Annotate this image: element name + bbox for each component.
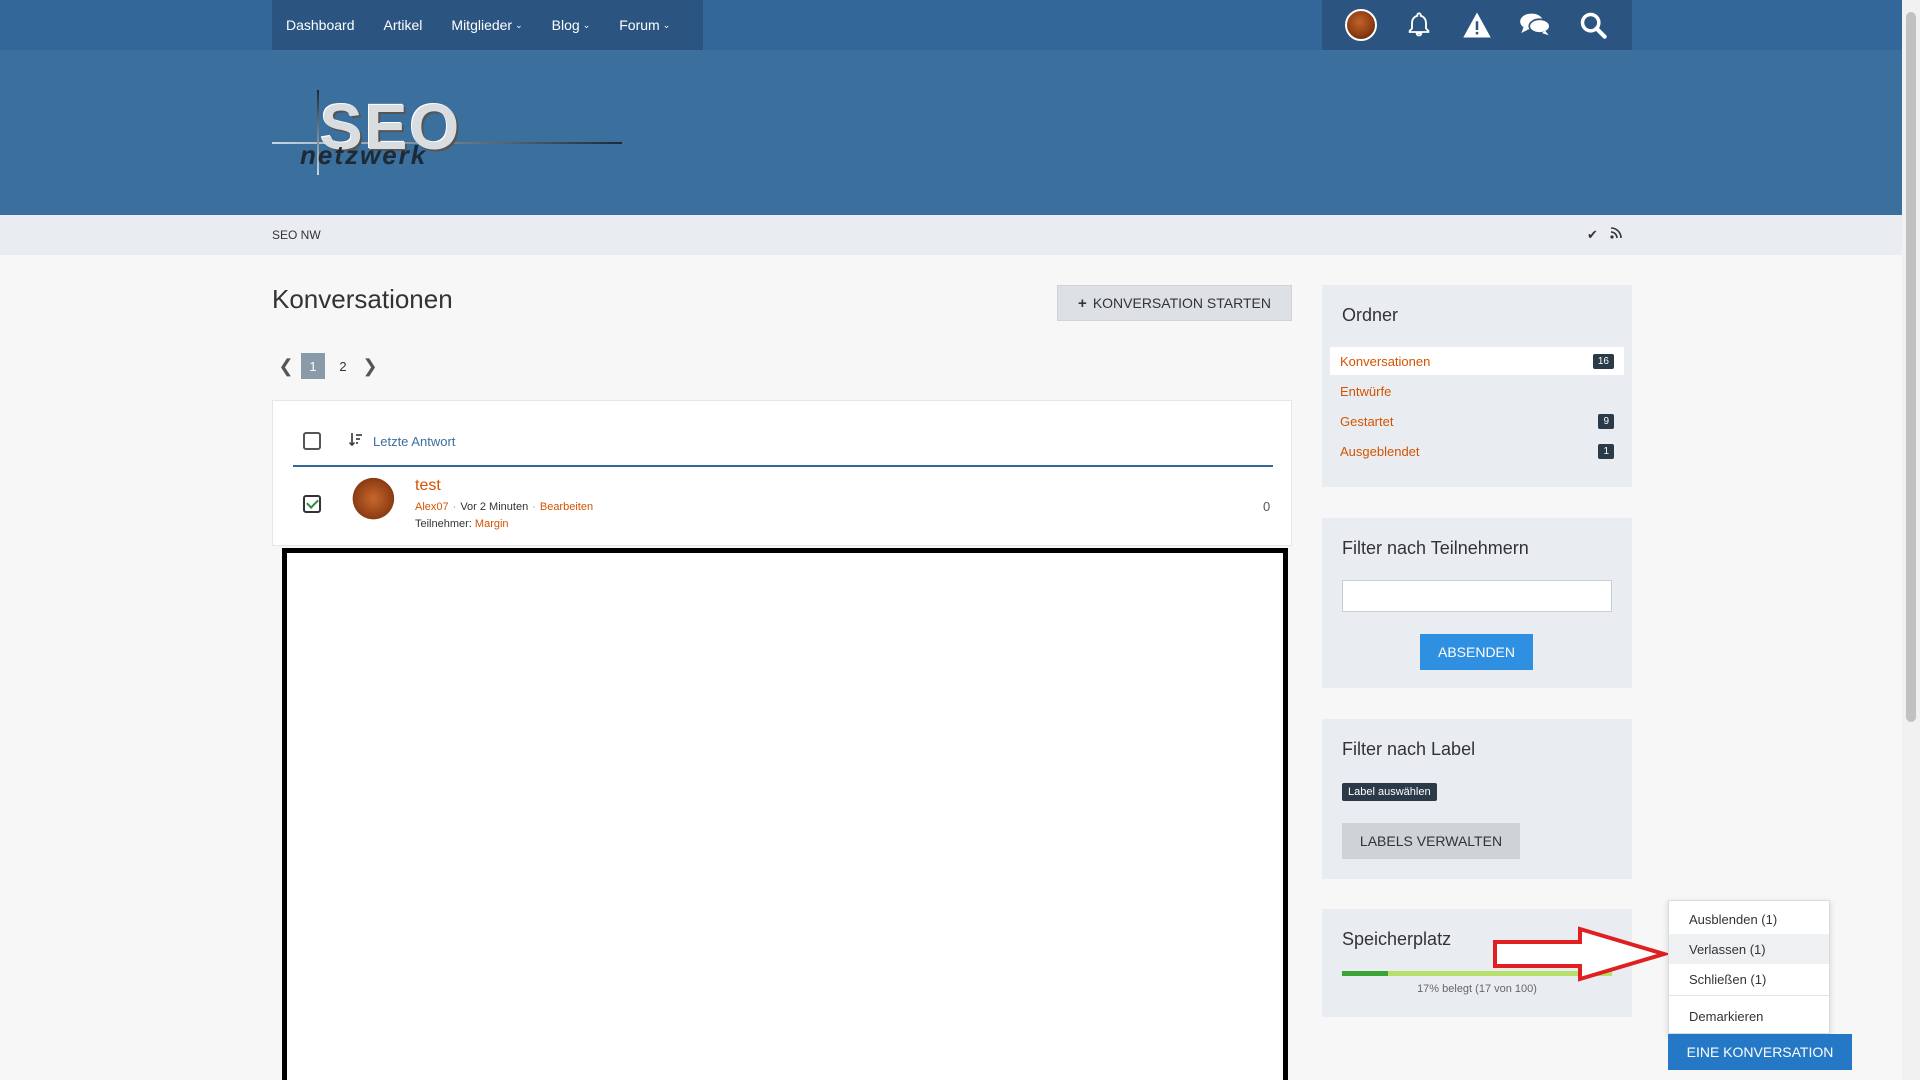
conversation-meta: Alex07 · Vor 2 Minuten · Bearbeiten xyxy=(415,501,593,513)
select-all-checkbox[interactable] xyxy=(303,432,321,450)
bulk-action-menu: Ausblenden (1) Verlassen (1) Schließen (… xyxy=(1668,900,1830,1034)
count-badge: 16 xyxy=(1592,353,1614,369)
storage-title: Speicherplatz xyxy=(1342,929,1452,949)
author-link[interactable]: Alex07 xyxy=(415,501,449,513)
participant-link[interactable]: Margin xyxy=(475,518,509,530)
bulk-action-button[interactable]: EINE KONVERSATION xyxy=(1668,1034,1852,1070)
nav-mitglieder-label: Mitglieder xyxy=(451,17,513,33)
folder-label: Ausgeblendet xyxy=(1340,443,1420,459)
folder-gestartet[interactable]: Gestartet 9 xyxy=(1330,407,1624,435)
nav-dashboard-label: Dashboard xyxy=(286,17,355,33)
main-navigation: Dashboard Artikel Mitglieder ⌄ Blog ⌄ Foru… xyxy=(272,0,703,50)
conversation-list: Letzte Antwort test Alex07 · Vor 2 Minuten… xyxy=(272,400,1292,546)
chevron-down-icon: ⌄ xyxy=(662,19,671,30)
avatar xyxy=(1345,9,1377,41)
pagination: ❮ 1 2 ❯ xyxy=(277,353,379,379)
user-avatar[interactable] xyxy=(1343,7,1379,43)
site-header: SEO netzwerk xyxy=(0,50,1902,215)
nav-artikel[interactable]: Artikel xyxy=(384,17,423,33)
participant-filter-title: Filter nach Teilnehmern xyxy=(1342,538,1529,558)
menu-divider xyxy=(1669,995,1829,996)
nav-forum-label: Forum xyxy=(619,17,660,33)
count-badge: 1 xyxy=(1598,443,1614,459)
site-logo[interactable]: SEO netzwerk xyxy=(272,90,622,180)
participant-filter-panel: Filter nach Teilnehmern ABSENDEN xyxy=(1322,518,1632,688)
menu-item-unmark[interactable]: Demarkieren xyxy=(1669,1001,1829,1031)
row-checkbox[interactable] xyxy=(303,495,321,513)
scrollbar-thumb[interactable] xyxy=(1906,12,1916,722)
nav-blog-label: Blog xyxy=(551,17,580,33)
separator-dot: · xyxy=(452,501,457,513)
menu-item-close[interactable]: Schließen (1) xyxy=(1669,964,1829,994)
sort-icon[interactable] xyxy=(348,432,363,449)
participants-label: Teilnehmer: xyxy=(415,518,472,530)
participant-input[interactable] xyxy=(1342,580,1612,612)
list-header: Letzte Antwort xyxy=(293,431,1273,467)
folder-konversationen[interactable]: Konversationen 16 xyxy=(1330,347,1624,375)
reply-count: 0 xyxy=(1263,499,1271,514)
nav-blog[interactable]: Blog ⌄ xyxy=(552,17,591,33)
conversation-time: Vor 2 Minuten xyxy=(460,501,529,513)
chevron-left-icon[interactable]: ❮ xyxy=(277,356,295,377)
edit-link[interactable]: Bearbeiten xyxy=(540,501,593,513)
nav-mitglieder[interactable]: Mitglieder ⌄ xyxy=(451,17,522,33)
breadcrumb-actions: ✔ xyxy=(1587,227,1622,243)
page-1[interactable]: 1 xyxy=(301,353,325,379)
plus-icon: + xyxy=(1078,294,1087,312)
storage-text: 17% belegt (17 von 100) xyxy=(1417,983,1537,995)
chevron-down-icon: ⌄ xyxy=(515,19,523,30)
storage-progress-fill xyxy=(1342,971,1388,976)
menu-item-hide[interactable]: Ausblenden (1) xyxy=(1669,904,1829,934)
folder-label: Gestartet xyxy=(1340,413,1394,429)
submit-button[interactable]: ABSENDEN xyxy=(1420,634,1533,670)
sort-last-reply[interactable]: Letzte Antwort xyxy=(373,434,455,449)
folder-panel: Ordner Konversationen 16 Entwürfe Gestar… xyxy=(1322,285,1632,487)
label-filter-panel: Filter nach Label Label auswählen LABELS… xyxy=(1322,719,1632,879)
conversation-title[interactable]: test xyxy=(415,477,441,495)
start-conversation-button[interactable]: + KONVERSATION STARTEN xyxy=(1057,285,1292,321)
breadcrumb-home[interactable]: SEO NW xyxy=(272,228,321,242)
folder-label: Entwürfe xyxy=(1340,383,1392,399)
folder-ausgeblendet[interactable]: Ausgeblendet 1 xyxy=(1330,437,1624,465)
breadcrumb: SEO NW ✔ xyxy=(0,215,1902,255)
nav-artikel-label: Artikel xyxy=(383,17,423,33)
user-navigation xyxy=(1322,0,1632,50)
menu-item-leave[interactable]: Verlassen (1) xyxy=(1669,934,1829,964)
nav-dashboard[interactable]: Dashboard xyxy=(286,17,355,33)
avatar[interactable] xyxy=(347,477,395,525)
warning-icon[interactable] xyxy=(1459,7,1495,43)
folder-entwuerfe[interactable]: Entwürfe xyxy=(1330,377,1624,405)
page-2[interactable]: 2 xyxy=(331,353,355,379)
bell-icon[interactable] xyxy=(1401,7,1437,43)
label-filter-title: Filter nach Label xyxy=(1342,739,1476,759)
manage-labels-button[interactable]: LABELS VERWALTEN xyxy=(1342,823,1520,859)
highlight-frame xyxy=(282,548,1288,1080)
page-title: Konversationen xyxy=(272,284,453,314)
start-conversation-label: KONVERSATION STARTEN xyxy=(1092,295,1271,311)
logo-text-netzwerk: netzwerk xyxy=(300,140,428,170)
chevron-down-icon: ⌄ xyxy=(582,19,591,30)
label-select-chip[interactable]: Label auswählen xyxy=(1342,783,1437,801)
rss-icon[interactable] xyxy=(1610,227,1622,243)
folder-title: Ordner xyxy=(1342,305,1399,325)
nav-forum[interactable]: Forum ⌄ xyxy=(619,17,670,33)
folder-label: Konversationen xyxy=(1340,353,1431,369)
scrollbar[interactable] xyxy=(1902,0,1920,1080)
chat-icon[interactable] xyxy=(1517,7,1553,43)
search-icon[interactable] xyxy=(1575,7,1611,43)
count-badge: 9 xyxy=(1598,413,1614,429)
separator-dot: · xyxy=(532,501,536,513)
arrow-annotation-icon xyxy=(1493,926,1668,982)
table-row[interactable]: test Alex07 · Vor 2 Minuten · Bearbeiten Tei… xyxy=(293,473,1273,539)
chevron-right-icon[interactable]: ❯ xyxy=(361,356,379,377)
check-icon[interactable]: ✔ xyxy=(1587,227,1598,243)
participants: Teilnehmer: Margin xyxy=(415,518,509,530)
